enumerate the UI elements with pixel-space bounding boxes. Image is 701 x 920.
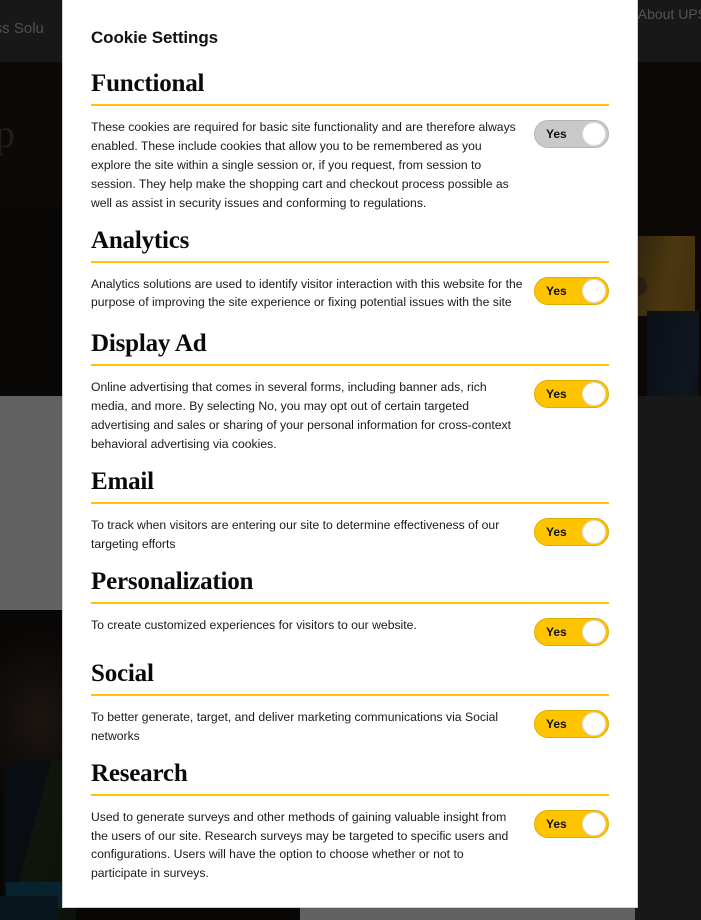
cookie-settings-content: Cookie Settings Functional These cookies… <box>63 0 637 883</box>
toggle-display-ad[interactable]: Yes <box>534 380 609 409</box>
toggle-functional-label: Yes <box>546 127 567 141</box>
section-personalization-description: To create customized experiences for vis… <box>91 617 417 632</box>
section-functional-heading: Functional <box>91 70 205 97</box>
section-personalization-heading: Personalization <box>91 567 254 595</box>
toggle-email-knob <box>582 519 606 544</box>
toggle-email[interactable]: Yes <box>534 517 609 546</box>
toggle-functional-knob <box>582 122 606 146</box>
toggle-social-knob <box>582 711 606 736</box>
section-research-description: Used to generate surveys and other metho… <box>91 809 509 881</box>
section-social-body: To better generate, target, and deliver … <box>91 708 609 746</box>
toggle-analytics-knob <box>582 278 606 303</box>
section-email-description: To track when visitors are entering our … <box>91 517 500 551</box>
section-email-body: To track when visitors are entering our … <box>91 516 609 554</box>
section-social: Social To better generate, target, and d… <box>91 660 609 746</box>
toggle-social-label: Yes <box>546 716 567 731</box>
toggle-analytics[interactable]: Yes <box>534 276 609 305</box>
section-social-description: To better generate, target, and deliver … <box>91 709 499 743</box>
section-display-ad-rule <box>91 364 609 367</box>
section-display-ad: Display Ad Online advertising that comes… <box>91 330 609 454</box>
section-personalization-rule <box>91 601 609 604</box>
section-display-ad-heading: Display Ad <box>91 330 207 358</box>
section-functional-description: These cookies are required for basic sit… <box>91 120 516 210</box>
toggle-research[interactable]: Yes <box>534 809 609 838</box>
section-analytics: Analytics Analytics solutions are used t… <box>91 227 609 313</box>
section-research-heading: Research <box>91 759 188 787</box>
section-personalization: Personalization To create customized exp… <box>91 568 609 646</box>
section-email: Email To track when visitors are enterin… <box>91 468 609 554</box>
section-email-rule <box>91 501 609 504</box>
toggle-display-ad-label: Yes <box>546 387 567 402</box>
toggle-personalization[interactable]: Yes <box>534 617 609 646</box>
dialog-footer: Confirm <box>63 883 637 907</box>
section-display-ad-body: Online advertising that comes in several… <box>91 378 609 454</box>
toggle-research-label: Yes <box>546 816 567 831</box>
section-research-body: Used to generate surveys and other metho… <box>91 808 609 884</box>
section-email-heading: Email <box>91 467 154 495</box>
section-display-ad-description: Online advertising that comes in several… <box>91 380 511 452</box>
section-analytics-heading: Analytics <box>91 226 190 254</box>
toggle-functional: Yes <box>534 120 609 148</box>
section-analytics-description: Analytics solutions are used to identify… <box>91 276 523 310</box>
section-personalization-body: To create customized experiences for vis… <box>91 616 609 646</box>
section-analytics-rule <box>91 260 609 263</box>
cookie-settings-dialog: Cookie Settings Functional These cookies… <box>62 0 638 908</box>
toggle-email-label: Yes <box>546 524 567 539</box>
section-analytics-body: Analytics solutions are used to identify… <box>91 275 609 313</box>
section-social-rule <box>91 693 609 696</box>
section-functional: Functional These cookies are required fo… <box>91 70 609 213</box>
toggle-research-knob <box>582 811 606 836</box>
section-research-rule <box>91 793 609 796</box>
section-functional-rule <box>91 104 609 106</box>
toggle-social[interactable]: Yes <box>534 709 609 738</box>
toggle-personalization-knob <box>582 619 606 644</box>
dialog-title: Cookie Settings <box>91 28 218 47</box>
section-functional-body: These cookies are required for basic sit… <box>91 118 609 213</box>
toggle-display-ad-knob <box>582 382 606 407</box>
toggle-analytics-label: Yes <box>546 283 567 298</box>
section-social-heading: Social <box>91 659 154 687</box>
toggle-personalization-label: Yes <box>546 624 567 639</box>
section-research: Research Used to generate surveys and ot… <box>91 760 609 884</box>
